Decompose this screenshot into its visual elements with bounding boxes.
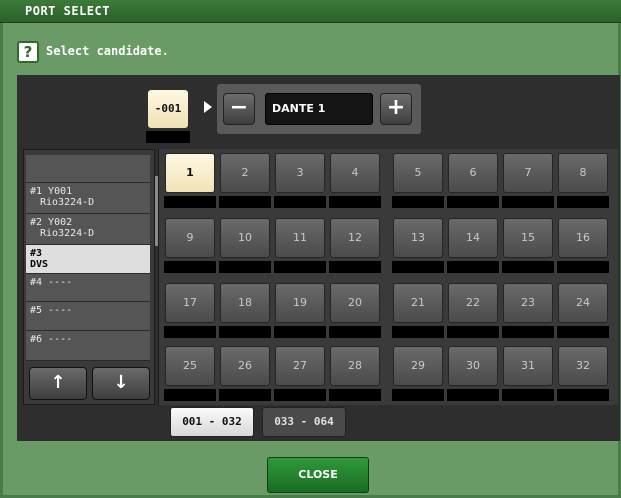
- port-name-label: [447, 326, 499, 338]
- help-icon: ?: [17, 41, 39, 63]
- device-list-item[interactable]: [26, 155, 150, 183]
- port-name-label: [164, 261, 216, 273]
- port-name-label: [502, 389, 554, 401]
- port-name-label: [502, 326, 554, 338]
- port-name-label: [274, 196, 326, 208]
- port-name-label: [557, 389, 609, 401]
- port-name-label: [447, 196, 499, 208]
- port-button[interactable]: 10: [220, 218, 270, 258]
- port-name-label: [219, 326, 271, 338]
- port-name-label: [274, 389, 326, 401]
- window-title: PORT SELECT: [25, 4, 110, 18]
- port-button[interactable]: 20: [330, 283, 380, 323]
- device-list-item-line1: #6 ----: [30, 334, 73, 345]
- device-list-item-line1: #2 Y002: [30, 217, 73, 228]
- device-list-item-line2: Rio3224-D: [40, 197, 95, 208]
- port-name-label: [329, 261, 381, 273]
- port-button[interactable]: 21: [393, 283, 443, 323]
- device-list-item-line2: DVS: [30, 259, 49, 270]
- device-list-item[interactable]: #4 ----: [26, 274, 150, 302]
- port-button[interactable]: 24: [558, 283, 608, 323]
- port-button[interactable]: 30: [448, 346, 498, 386]
- port-button[interactable]: 3: [275, 153, 325, 193]
- port-button[interactable]: 19: [275, 283, 325, 323]
- port-name-label: [392, 389, 444, 401]
- port-name-label: [502, 261, 554, 273]
- close-button[interactable]: CLOSE: [267, 457, 369, 493]
- device-list-item[interactable]: #2 Y002 Rio3224-D: [26, 214, 150, 245]
- port-button[interactable]: 17: [165, 283, 215, 323]
- port-name-label: [219, 261, 271, 273]
- current-port-button[interactable]: -001: [148, 90, 188, 128]
- list-down-button[interactable]: ↓: [92, 367, 150, 400]
- port-button[interactable]: 7: [503, 153, 553, 193]
- port-button[interactable]: 13: [393, 218, 443, 258]
- port-name-label: [392, 261, 444, 273]
- port-button[interactable]: 32: [558, 346, 608, 386]
- port-button[interactable]: 5: [393, 153, 443, 193]
- port-button[interactable]: 31: [503, 346, 553, 386]
- port-name-label: [392, 326, 444, 338]
- port-name-label: [557, 196, 609, 208]
- port-name-label: [329, 389, 381, 401]
- port-name-label: [274, 326, 326, 338]
- increment-button[interactable]: +: [380, 93, 412, 125]
- port-name-label: [557, 261, 609, 273]
- port-name-label: [557, 326, 609, 338]
- port-button[interactable]: 26: [220, 346, 270, 386]
- device-list-item-line1: #4 ----: [30, 277, 73, 288]
- device-list-item[interactable]: #5 ----: [26, 302, 150, 331]
- port-name-label: [164, 196, 216, 208]
- port-name-label: [329, 196, 381, 208]
- tab-range-1[interactable]: 001 - 032: [170, 407, 254, 437]
- port-button[interactable]: 14: [448, 218, 498, 258]
- port-button[interactable]: 28: [330, 346, 380, 386]
- input-selector-field[interactable]: DANTE 1: [265, 93, 373, 125]
- port-name-label: [219, 389, 271, 401]
- port-button[interactable]: 12: [330, 218, 380, 258]
- port-name-label: [502, 196, 554, 208]
- port-button[interactable]: 22: [448, 283, 498, 323]
- port-button[interactable]: 27: [275, 346, 325, 386]
- play-arrow-icon: [204, 101, 212, 113]
- port-name-label: [447, 389, 499, 401]
- device-list-item-line1: #3: [30, 248, 43, 259]
- port-name-label: [447, 261, 499, 273]
- port-button[interactable]: 16: [558, 218, 608, 258]
- current-port-name-label: [146, 131, 190, 143]
- port-button[interactable]: 29: [393, 346, 443, 386]
- list-up-button[interactable]: ↑: [29, 367, 87, 400]
- device-list-item[interactable]: #3 DVS: [26, 245, 150, 274]
- port-button[interactable]: 6: [448, 153, 498, 193]
- port-button[interactable]: 8: [558, 153, 608, 193]
- port-button[interactable]: 18: [220, 283, 270, 323]
- tab-range-2[interactable]: 033 - 064: [262, 407, 346, 437]
- port-button[interactable]: 9: [165, 218, 215, 258]
- device-list-item-line2: Rio3224-D: [40, 228, 95, 239]
- device-list-item-line1: #1 Y001: [30, 186, 73, 197]
- port-button[interactable]: 23: [503, 283, 553, 323]
- title-bar: PORT SELECT: [0, 0, 621, 23]
- port-name-label: [329, 326, 381, 338]
- port-name-label: [274, 261, 326, 273]
- port-button[interactable]: 2: [220, 153, 270, 193]
- port-name-label: [392, 196, 444, 208]
- device-list-item[interactable]: #6 ----: [26, 331, 150, 361]
- port-button[interactable]: 25: [165, 346, 215, 386]
- device-list-item-line1: #5 ----: [30, 305, 73, 316]
- port-button[interactable]: 11: [275, 218, 325, 258]
- port-name-label: [164, 389, 216, 401]
- port-button[interactable]: 1: [165, 153, 215, 193]
- prompt-text: Select candidate.: [46, 44, 169, 58]
- port-button[interactable]: 4: [330, 153, 380, 193]
- device-list-item[interactable]: #1 Y001 Rio3224-D: [26, 183, 150, 214]
- port-name-label: [219, 196, 271, 208]
- decrement-button[interactable]: −: [223, 93, 255, 125]
- port-button[interactable]: 15: [503, 218, 553, 258]
- port-name-label: [164, 326, 216, 338]
